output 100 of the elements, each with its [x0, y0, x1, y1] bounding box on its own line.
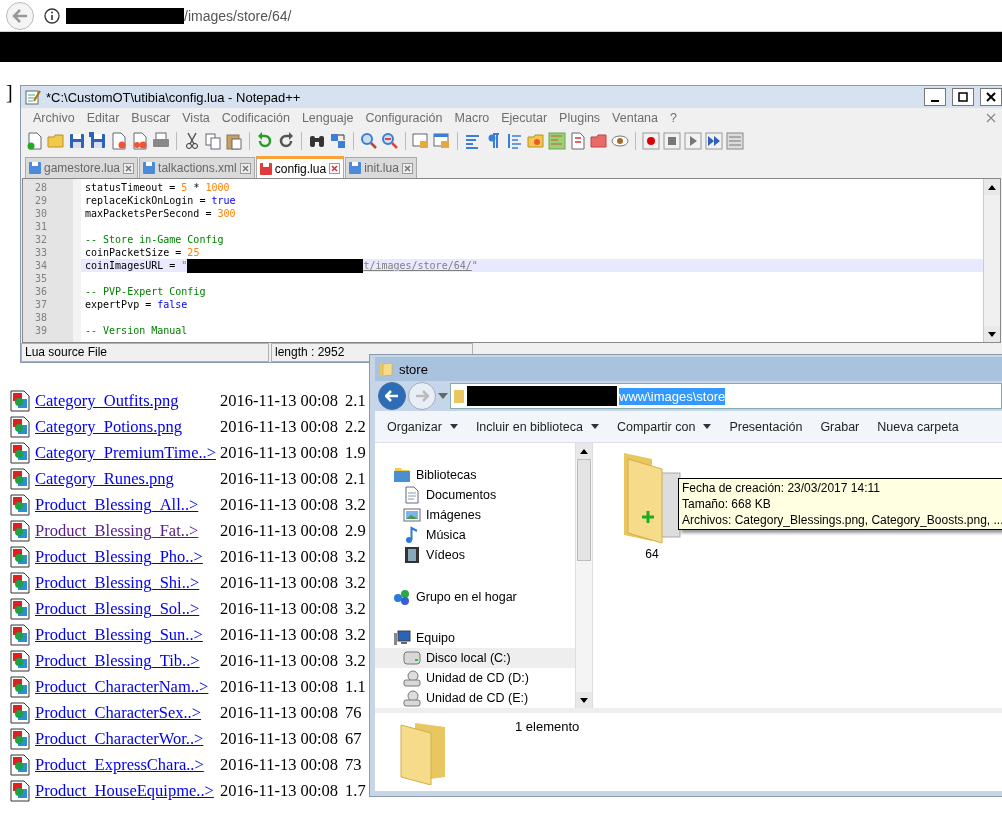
code-editor[interactable]: [22, 178, 1001, 343]
menu-item[interactable]: Plugins: [553, 111, 607, 125]
cut-icon[interactable]: [183, 132, 201, 150]
nav-item[interactable]: Disco local (C:): [375, 647, 575, 668]
file-date: 2016-11-13 00:08: [220, 416, 339, 438]
folder-star-icon[interactable]: [527, 132, 545, 150]
file-link[interactable]: Product_Blessing_Pho..>: [35, 546, 220, 568]
menu-item[interactable]: Vista: [176, 111, 216, 125]
file-link[interactable]: Product_CharacterSex..>: [35, 702, 220, 724]
menu-item[interactable]: Ejecutar: [495, 111, 554, 125]
nav-item[interactable]: Música: [375, 525, 575, 546]
menu-item[interactable]: Buscar: [125, 111, 177, 125]
file-link[interactable]: Product_CharacterWor..>: [35, 728, 220, 750]
file-link[interactable]: Category_Outfits.png: [35, 390, 220, 412]
nav-item[interactable]: Vídeos: [375, 545, 575, 566]
file-tab[interactable]: gamestore.lua: [25, 157, 139, 178]
word-wrap-icon[interactable]: [464, 132, 482, 150]
copy-icon[interactable]: [204, 132, 222, 150]
close-icon[interactable]: [329, 163, 341, 174]
function-list-icon[interactable]: [569, 132, 587, 150]
paste-icon[interactable]: [225, 132, 243, 150]
command-button[interactable]: Incluir en biblioteca: [469, 419, 611, 434]
record-icon[interactable]: [642, 132, 660, 150]
close-icon[interactable]: [239, 162, 251, 174]
down-arrow-icon[interactable]: [580, 697, 588, 703]
scrollbar[interactable]: [983, 179, 1000, 342]
indent-guide-icon[interactable]: [506, 132, 524, 150]
image-file-icon: [10, 442, 30, 464]
folder-label[interactable]: 64: [645, 547, 659, 561]
close-icon[interactable]: [986, 113, 996, 123]
nav-item[interactable]: Documentos: [375, 485, 575, 506]
command-button[interactable]: Nueva carpeta: [871, 419, 971, 434]
menu-item[interactable]: Archivo: [27, 111, 81, 125]
play-icon[interactable]: [684, 132, 702, 150]
fast-forward-icon[interactable]: [705, 132, 723, 150]
nav-item[interactable]: Imágenes: [375, 505, 575, 526]
up-arrow-icon[interactable]: [988, 184, 996, 190]
redo-icon[interactable]: [277, 132, 295, 150]
up-arrow-icon[interactable]: [580, 448, 588, 454]
command-button[interactable]: Organizar: [381, 419, 470, 434]
file-tab[interactable]: init.lua: [345, 157, 417, 178]
file-tab[interactable]: config.lua: [255, 156, 345, 178]
menu-item[interactable]: Codificación: [215, 111, 296, 125]
maximize-button[interactable]: [952, 88, 974, 106]
zoom-in-icon[interactable]: [360, 132, 378, 150]
eye-icon[interactable]: [611, 132, 629, 150]
menu-item[interactable]: Editar: [80, 111, 126, 125]
file-link[interactable]: Product_Blessing_Shi..>: [35, 572, 220, 594]
drive-icon: [403, 688, 421, 707]
down-arrow-icon[interactable]: [988, 331, 996, 337]
address-bar[interactable]: /images/store/64/: [0, 0, 1002, 32]
close-icon[interactable]: [401, 162, 413, 174]
file-link[interactable]: Category_PremiumTime..>: [35, 442, 220, 464]
nav-item[interactable]: Grupo en el hogar: [375, 586, 575, 607]
file-link[interactable]: Product_Blessing_Fat..>: [35, 520, 220, 542]
file-link[interactable]: Product_HouseEquipme..>: [35, 780, 220, 802]
file-link[interactable]: Category_Runes.png: [35, 468, 220, 490]
menu-item[interactable]: Ventana: [606, 111, 664, 125]
file-link[interactable]: Product_Blessing_All..>: [35, 494, 220, 516]
command-button[interactable]: Grabar: [814, 419, 872, 434]
line-number: 38: [33, 311, 48, 324]
file-size: 3.2: [345, 494, 366, 516]
print-icon[interactable]: [152, 132, 170, 150]
back-button[interactable]: [6, 1, 34, 30]
stop-icon[interactable]: [663, 132, 681, 150]
minimize-button[interactable]: [924, 88, 946, 106]
nav-item[interactable]: Unidad de CD (D:): [375, 667, 575, 688]
dropdown-arrow-icon[interactable]: [438, 393, 448, 400]
zoom-out-icon[interactable]: [381, 132, 399, 150]
menu-item[interactable]: Lenguaje: [295, 111, 360, 125]
close-button[interactable]: [980, 88, 1002, 106]
menu-item[interactable]: ?: [664, 111, 683, 125]
menu-item[interactable]: Configuración: [359, 111, 449, 125]
menu-item[interactable]: Macro: [448, 111, 496, 125]
file-link[interactable]: Product_CharacterNam..>: [35, 676, 220, 698]
file-size: 1.9: [345, 442, 366, 464]
line-number: 36: [33, 285, 48, 298]
file-link[interactable]: Product_ExpressChara..>: [35, 754, 220, 776]
nav-item[interactable]: Bibliotecas: [375, 465, 575, 486]
nav-item[interactable]: Equipo: [375, 627, 575, 648]
file-link[interactable]: Product_Blessing_Tib..>: [35, 650, 220, 672]
close-icon[interactable]: [123, 162, 135, 174]
nav-item[interactable]: Unidad de CD (E:): [375, 687, 575, 708]
image-file-icon: [10, 676, 30, 698]
replace-icon[interactable]: [329, 132, 347, 150]
save-all-icon[interactable]: [89, 132, 107, 150]
save-icon[interactable]: [68, 132, 86, 150]
file-link[interactable]: Category_Potions.png: [35, 416, 220, 438]
command-button[interactable]: Presentación: [723, 419, 815, 434]
file-link[interactable]: Product_Blessing_Sun..>: [35, 624, 220, 646]
undo-icon[interactable]: [256, 132, 274, 150]
folder-icon[interactable]: [590, 132, 608, 150]
close-all-icon[interactable]: [131, 132, 149, 150]
file-tab[interactable]: talkactions.xml: [139, 157, 255, 178]
command-button[interactable]: Compartir con: [610, 419, 724, 434]
scrollbar[interactable]: [575, 443, 593, 708]
close-file-icon[interactable]: [110, 132, 128, 150]
back-button[interactable]: [378, 382, 406, 411]
new-file-icon[interactable]: [26, 132, 44, 150]
file-link[interactable]: Product_Blessing_Sol..>: [35, 598, 220, 620]
